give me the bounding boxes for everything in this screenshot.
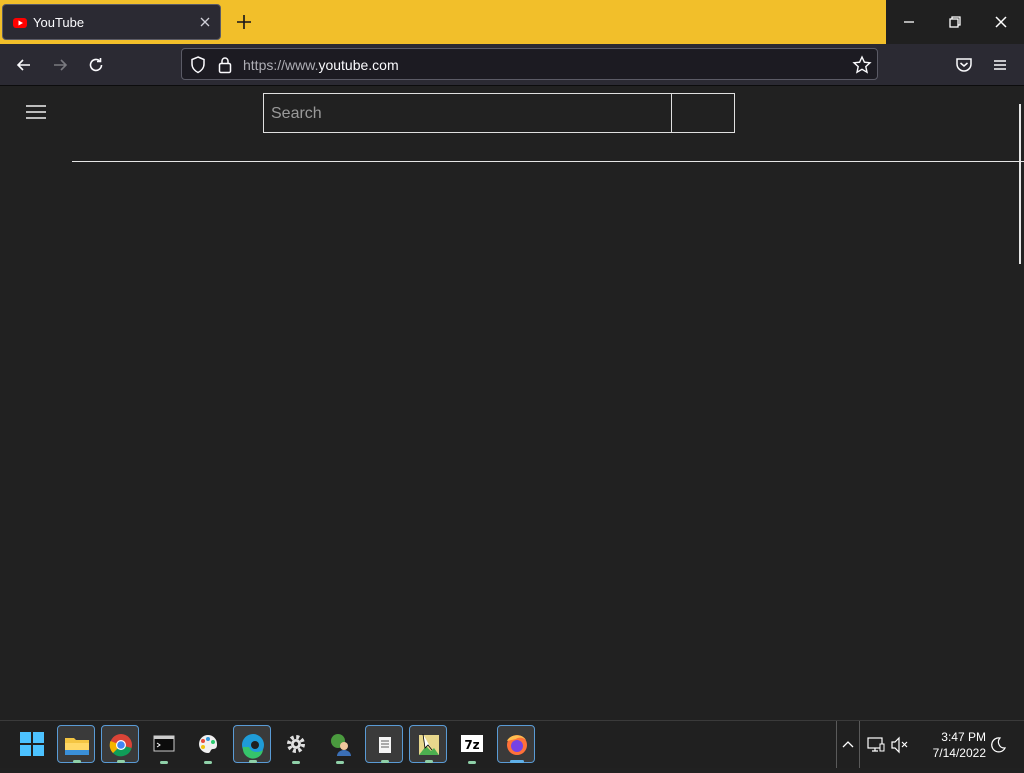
pocket-icon [956,58,972,72]
taskbar-file-explorer[interactable] [57,725,95,763]
running-indicator [292,761,300,764]
chrome-icon [109,734,132,757]
close-icon [995,16,1007,28]
browser-tab-strip: YouTube [0,0,1024,44]
image-editor-icon [419,733,439,755]
search-input[interactable]: Search [263,93,672,133]
tab-close-icon[interactable] [196,13,214,31]
clock-time: 3:47 PM [941,730,986,744]
back-arrow-icon [16,59,30,71]
taskbar-terminal[interactable] [145,725,183,764]
pocket-button[interactable] [950,52,978,78]
taskbar: 7z 3:47 PM 7/14/2022 [0,720,1024,768]
firefox-icon [507,735,527,755]
taskbar-firefox[interactable] [497,725,535,763]
running-indicator [468,761,476,764]
show-hidden-icons-button[interactable] [836,721,860,768]
minimize-icon [904,21,914,23]
taskbar-notepad[interactable] [365,725,403,763]
app-menu-button[interactable] [986,52,1014,78]
start-button[interactable] [13,725,51,763]
restore-icon [949,16,961,28]
close-window-button[interactable] [978,0,1024,44]
taskbar-image-editor[interactable] [409,725,447,763]
header-divider [72,161,1024,162]
forward-button[interactable] [46,52,74,78]
chevron-up-icon [842,741,854,748]
search-button[interactable] [671,93,735,133]
reload-button[interactable] [82,52,110,78]
settings-icon [287,735,305,753]
running-indicator [73,760,81,763]
running-indicator [510,760,524,763]
search-placeholder: Search [271,105,322,122]
file-explorer-icon [65,738,89,755]
network-icon[interactable] [866,735,886,755]
running-indicator [425,760,433,763]
system-clock[interactable]: 3:47 PM 7/14/2022 [916,729,986,761]
clock-date: 7/14/2022 [932,746,986,760]
running-indicator [117,760,125,763]
menu-icon [994,60,1006,70]
url-domain: youtube.com [318,57,399,73]
edge-icon [242,734,264,759]
address-bar[interactable]: https://www.youtube.com [181,48,878,80]
scrollbar[interactable] [1019,104,1021,264]
lock-icon[interactable] [218,56,232,74]
back-button[interactable] [10,52,38,78]
volume-muted-icon[interactable] [890,735,910,755]
taskbar-network-user[interactable] [321,725,359,764]
restore-button[interactable] [932,0,978,44]
running-indicator [381,760,389,763]
tracking-protection-shield-icon[interactable] [190,56,206,74]
start-icon [20,732,44,756]
network-user-icon [331,734,351,756]
7zip-label: 7z [464,738,479,752]
running-indicator [204,761,212,764]
tab-title: YouTube [33,15,85,30]
running-indicator [336,761,344,764]
7zip-icon: 7z [461,735,483,752]
taskbar-7zip[interactable]: 7z [453,725,491,764]
taskbar-edge[interactable] [233,725,271,763]
url-prefix: https://www. [243,57,319,73]
forward-arrow-icon [54,59,68,71]
running-indicator [249,760,257,763]
taskbar-settings[interactable] [277,725,315,764]
reload-icon [89,58,103,72]
focus-assist-moon-icon[interactable] [988,735,1008,755]
window-controls [886,0,1024,44]
minimize-button[interactable] [886,0,932,44]
taskbar-paint[interactable] [189,725,227,764]
bookmark-star-icon[interactable] [852,55,872,75]
paint-icon [199,735,217,753]
new-tab-icon[interactable] [234,12,254,32]
notepad-icon [379,737,391,753]
guide-menu-icon[interactable] [22,100,50,124]
running-indicator [160,761,168,764]
youtube-favicon-icon [13,18,27,28]
tab-youtube[interactable]: YouTube [2,4,221,40]
terminal-icon [153,735,175,752]
browser-toolbar: https://www.youtube.com [0,44,1024,86]
url-text: https://www.youtube.com [243,57,399,73]
taskbar-chrome[interactable] [101,725,139,763]
